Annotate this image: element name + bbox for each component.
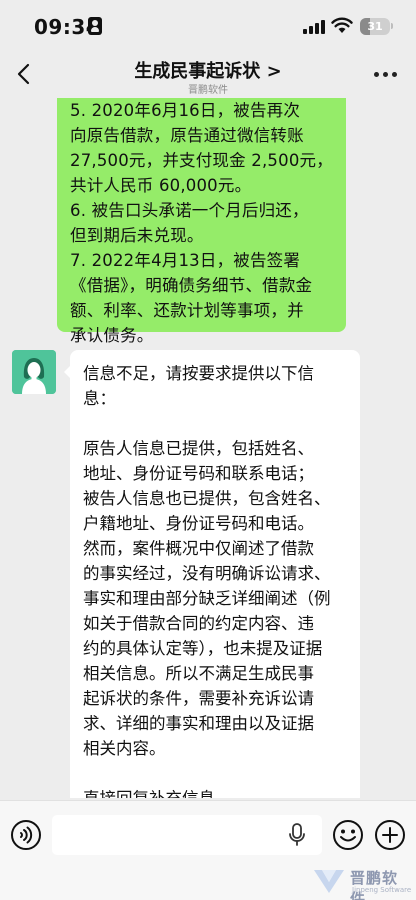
message-line: 户籍地址、身份证号码和电话。 xyxy=(83,514,314,533)
avatar-icon[interactable] xyxy=(12,350,56,394)
message-line: 额、利率、还款计划等事项，并 xyxy=(70,301,304,320)
sent-message-bubble[interactable]: 5. 2020年6月16日，被告再次 向原告借款，原告通过微信转账 27,500… xyxy=(57,98,346,345)
watermark: 晋鹏软件 Jinpeng Software xyxy=(312,864,412,900)
emoji-icon[interactable] xyxy=(332,819,364,851)
watermark-logo-icon xyxy=(314,870,344,893)
message-line: 《借据》，明确债务细节、借款金 xyxy=(70,276,313,295)
mic-icon[interactable] xyxy=(288,823,306,847)
message-input[interactable] xyxy=(52,815,322,855)
more-icon[interactable] xyxy=(374,72,398,78)
message-line: 的事实经过，没有明确诉讼请求、 xyxy=(83,564,331,583)
message-line: 事实和理由部分缺乏详细阐述（例 xyxy=(83,589,331,608)
received-message-bubble[interactable]: 信息不足，请按要求提供以下信 息： 原告人信息已提供，包括姓名、 地址、身份证号… xyxy=(64,350,360,798)
plus-icon[interactable] xyxy=(374,819,406,851)
message-line: 信息不足，请按要求提供以下信 xyxy=(83,364,314,383)
message-line: 相关内容。 xyxy=(83,739,166,758)
user-badge-icon xyxy=(88,17,102,35)
message-line: 向原告借款，原告通过微信转账 xyxy=(70,126,304,145)
message-line: 求、详细的事实和理由以及证据 xyxy=(83,714,314,733)
wifi-icon xyxy=(331,17,353,33)
message-line: 然而，案件概况中仅阐述了借款 xyxy=(83,539,314,558)
signal-icon xyxy=(303,20,325,34)
chat-title[interactable]: 生成民事起诉状 > xyxy=(0,57,416,83)
message-line: 原告人信息已提供，包括姓名、 xyxy=(83,439,314,458)
message-line: 被告人信息也已提供，包含姓名、 xyxy=(83,489,331,508)
status-bar: 09:34 31 xyxy=(0,0,416,52)
message-line: 息： xyxy=(83,389,116,408)
message-line: 27,500元，并支付现金 2,500元， xyxy=(70,151,333,170)
message-line: 7. 2022年4月13日，被告签署 xyxy=(70,251,301,270)
message-line: 约的具体认定等），也未提及证据 xyxy=(83,639,323,658)
battery-icon: 31 xyxy=(360,18,390,35)
message-line: 承认债务。 xyxy=(70,326,154,345)
chat-subtitle: 晋鹏软件 xyxy=(188,85,228,96)
message-line: 共计人民币 60,000元。 xyxy=(70,176,252,195)
message-line: 6. 被告口头承诺一个月后归还， xyxy=(70,201,309,220)
battery-level: 31 xyxy=(367,20,383,33)
message-line: 直接回复补充信息 xyxy=(83,786,350,798)
message-line: 5. 2020年6月16日，被告再次 xyxy=(70,101,301,120)
avatar-person-icon xyxy=(12,350,56,394)
message-line: 相关信息。所以不满足生成民事 xyxy=(83,664,314,683)
message-line: 但到期后未兑现。 xyxy=(70,226,204,245)
battery-tip xyxy=(391,23,393,29)
voice-icon[interactable] xyxy=(10,819,42,851)
message-line: 起诉状的条件，需要补充诉讼请 xyxy=(83,689,314,708)
chat-area[interactable]: 5. 2020年6月16日，被告再次 向原告借款，原告通过微信转账 27,500… xyxy=(0,98,416,798)
watermark-subtext: Jinpeng Software xyxy=(352,886,412,894)
message-line: 地址、身份证号码和联系电话； xyxy=(83,464,314,483)
nav-bar: 生成民事起诉状 > 晋鹏软件 xyxy=(0,52,416,98)
watermark-text: 晋鹏软件 xyxy=(350,869,399,900)
message-line: 如关于借款合同的约定内容、违 xyxy=(83,614,314,633)
